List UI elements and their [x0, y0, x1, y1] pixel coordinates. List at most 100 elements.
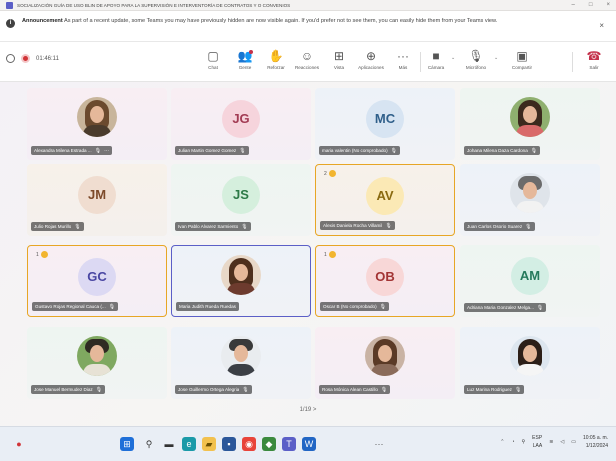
- window-controls: – □ ×: [572, 2, 610, 8]
- participant-name: Oscar B (No comprobado): [323, 304, 377, 309]
- participant-tile[interactable]: Rosa Mónica Alean Castillo 🎙: [315, 327, 455, 399]
- raised-hand-indicator: 1: [36, 251, 48, 258]
- participant-photo: [221, 336, 261, 376]
- widgets-icon[interactable]: ●: [12, 437, 26, 451]
- participant-tile[interactable]: JG Julian Martin Gomez Gomez 🎙: [171, 88, 311, 160]
- participant-name: Rosa Mónica Alean Castillo: [322, 387, 378, 392]
- chat-icon: ▢: [207, 49, 219, 63]
- camera-button[interactable]: ■ Cámara: [420, 47, 452, 77]
- more-button[interactable]: ··· Más: [387, 47, 419, 77]
- overflow-icon[interactable]: ···: [372, 437, 386, 451]
- minimize-icon[interactable]: –: [572, 2, 575, 8]
- microphone-button[interactable]: 🎙 Micrófono: [460, 47, 492, 77]
- participant-name: Ivan Pablo Alvarez Sarmiento: [178, 224, 239, 229]
- reactions-button[interactable]: ☺ Reacciones: [291, 47, 323, 77]
- participant-tile[interactable]: Johana Milena Daza Cardona 🎙: [460, 88, 600, 160]
- people-icon: 👥: [237, 49, 253, 63]
- participant-name: Alexandra Milena Estrada ...: [34, 148, 92, 153]
- participant-name: Jose Manuel Bermudez Diaz: [34, 387, 93, 392]
- participant-tile[interactable]: MC maria valentin (No comprobado) 🎙: [315, 88, 455, 160]
- participant-tile[interactable]: 1 OB Oscar B (No comprobado) 🎙: [315, 245, 455, 317]
- view-icon: ⊞: [333, 49, 345, 63]
- share-button[interactable]: ▣ Compartir: [506, 47, 538, 77]
- mic-off-icon: 🎙: [536, 304, 544, 311]
- more-options-icon[interactable]: ···: [104, 148, 109, 154]
- camera-options-chevron-icon[interactable]: ⌄: [451, 55, 455, 61]
- meeting-info-icon[interactable]: [6, 54, 15, 63]
- page-navigation[interactable]: 1/19 >: [0, 407, 616, 413]
- start-icon[interactable]: ⊞: [120, 437, 134, 451]
- task-view-icon[interactable]: ▬: [162, 437, 176, 451]
- participant-tile[interactable]: 2 AV Alexis Daniela Rocha Villamil 🎙: [315, 164, 455, 236]
- close-announcement-icon[interactable]: ×: [599, 21, 604, 30]
- participant-photo: [510, 173, 550, 213]
- participant-tile[interactable]: Maria Judith Rueda Ruedas: [171, 245, 311, 317]
- people-button[interactable]: 👥 Gente: [229, 47, 261, 77]
- view-label: Vista: [333, 65, 345, 70]
- participant-nametag: Jose Manuel Bermudez Diaz 🎙: [31, 385, 106, 394]
- language-indicator[interactable]: ESP LAA: [532, 434, 542, 450]
- mic-off-icon: 🎙: [95, 386, 103, 393]
- search-icon[interactable]: ⚲: [142, 437, 156, 451]
- participant-photo: [510, 97, 550, 137]
- chevron-up-icon[interactable]: ⌃: [500, 439, 504, 445]
- chrome-icon[interactable]: ◉: [242, 437, 256, 451]
- participant-name: Julian Martin Gomez Gomez: [178, 148, 237, 153]
- mic-off-icon: 🎙: [239, 147, 246, 154]
- mic-off-icon: 🎙: [94, 147, 102, 154]
- apps-button[interactable]: ⊕ Aplicaciones: [355, 47, 387, 77]
- participant-tile[interactable]: AM Adriana Maria Gonzalez Melga... 🎙: [460, 245, 600, 317]
- battery-icon[interactable]: ▭: [571, 439, 576, 445]
- apps-icon: ⊕: [365, 49, 377, 63]
- usb-icon[interactable]: ⚲: [522, 439, 526, 445]
- participant-photo: [77, 97, 117, 137]
- participant-tile[interactable]: Luz Marina Rodriguez 🎙: [460, 327, 600, 399]
- participant-nametag: Maria Judith Rueda Ruedas: [176, 302, 239, 311]
- participant-tile[interactable]: JS Ivan Pablo Alvarez Sarmiento 🎙: [171, 164, 311, 236]
- network-icon[interactable]: ◔: [511, 439, 514, 445]
- participant-tile[interactable]: Jose Manuel Bermudez Diaz 🎙: [27, 327, 167, 399]
- leave-icon: ☎: [586, 49, 602, 63]
- participant-avatar: JM: [78, 176, 116, 214]
- mic-off-icon: 🎙: [530, 147, 538, 154]
- outlook-icon[interactable]: ▪: [222, 437, 236, 451]
- participant-nametag: Luz Marina Rodriguez 🎙: [464, 385, 525, 394]
- participant-nametag: maria valentin (No comprobado) 🎙: [319, 146, 400, 155]
- participant-nametag: Rosa Mónica Alean Castillo 🎙: [319, 385, 391, 394]
- maximize-icon[interactable]: □: [589, 2, 593, 8]
- participant-photo: [365, 336, 405, 376]
- microphone-options-chevron-icon[interactable]: ⌄: [494, 55, 498, 61]
- leave-button[interactable]: ☎ Salir: [578, 47, 610, 77]
- view-button[interactable]: ⊞ Vista: [323, 47, 355, 77]
- clock-date: 1/12/2024: [585, 443, 608, 449]
- file-explorer-icon[interactable]: ▰: [202, 437, 216, 451]
- participant-avatar: JG: [222, 100, 260, 138]
- wifi-icon[interactable]: ≋: [549, 439, 553, 445]
- microphone-label: Micrófono: [465, 65, 487, 70]
- raised-hand-indicator: 1: [324, 251, 336, 258]
- participant-name: Maria Judith Rueda Ruedas: [179, 304, 236, 309]
- mic-off-icon: 🎙: [74, 223, 81, 230]
- participant-tile[interactable]: JM Julio Rojas Murillo 🎙: [27, 164, 167, 236]
- hand-order: 1: [324, 251, 327, 258]
- word-icon[interactable]: W: [302, 437, 316, 451]
- edge-icon[interactable]: e: [182, 437, 196, 451]
- volume-icon[interactable]: ◁: [560, 439, 564, 445]
- mic-off-icon: 🎙: [108, 303, 116, 310]
- participant-tile[interactable]: 1 GC Gustavo Rojas Regional Cauca (... 🎙: [27, 245, 167, 317]
- hand-order: 1: [36, 251, 39, 258]
- chat-button[interactable]: ▢ Chat: [197, 47, 229, 77]
- announcement-banner: i Announcement As part of a recent updat…: [0, 11, 616, 42]
- clock[interactable]: 10:05 a. m. 1/12/2024: [583, 434, 608, 450]
- raise-hand-button[interactable]: ✋ Reforzar: [260, 47, 292, 77]
- close-window-icon[interactable]: ×: [606, 2, 610, 8]
- teams-taskbar-icon[interactable]: T: [282, 437, 296, 451]
- info-icon: i: [6, 19, 15, 28]
- announcement-text: Announcement As part of a recent update,…: [22, 17, 582, 25]
- participant-tile[interactable]: Jose Guillermo Ortega Alegria 🎙: [171, 327, 311, 399]
- participant-tile[interactable]: Alexandra Milena Estrada ... 🎙 ···: [27, 88, 167, 160]
- participant-tile[interactable]: Juan Carlos Osorio Suarez 🎙: [460, 164, 600, 236]
- participant-name: Alexis Daniela Rocha Villamil: [323, 223, 383, 228]
- app-icon[interactable]: ◆: [262, 437, 276, 451]
- participant-avatar: OB: [366, 258, 404, 296]
